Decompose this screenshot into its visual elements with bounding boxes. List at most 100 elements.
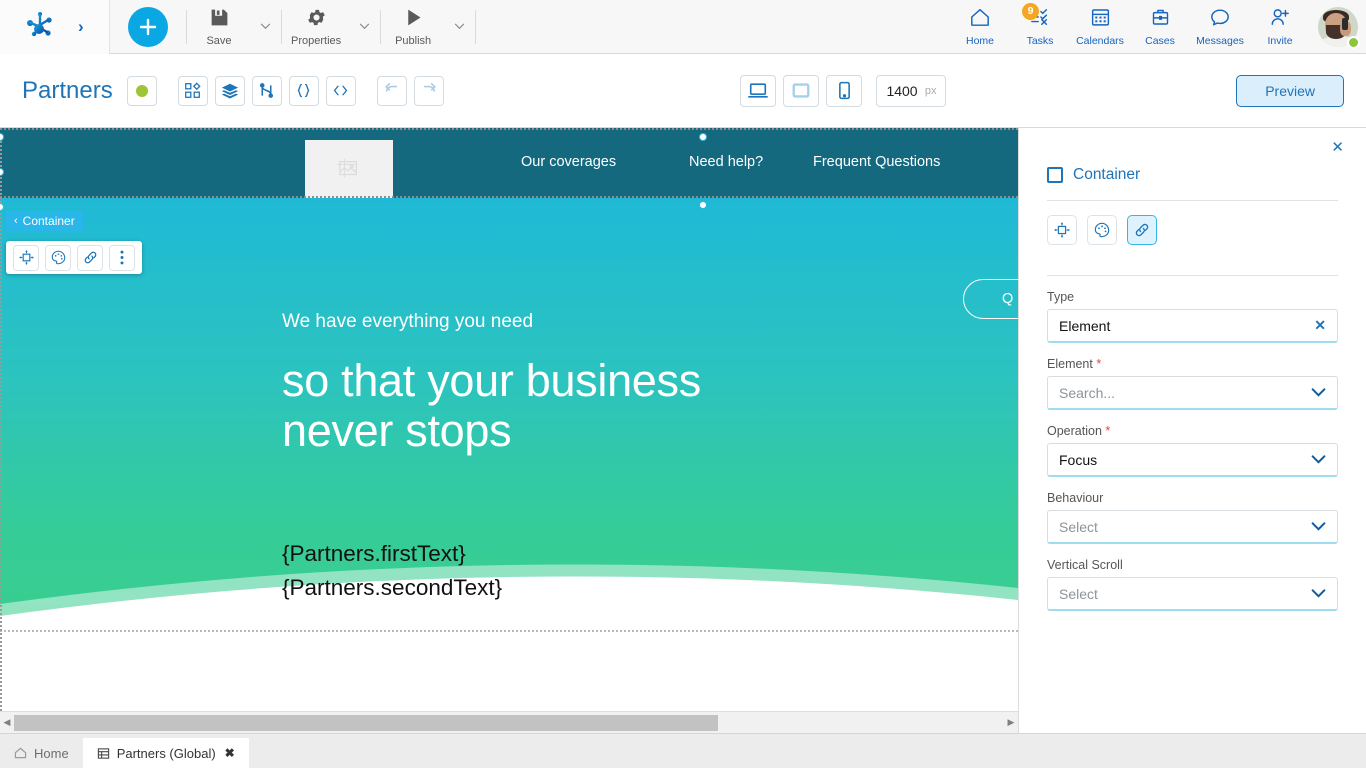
widgets-button[interactable] xyxy=(177,75,208,106)
field-operation-control[interactable]: Focus xyxy=(1047,443,1338,477)
nav-messages[interactable]: Messages xyxy=(1190,0,1250,54)
bottom-tab-bar: Home Partners (Global) ✖ xyxy=(0,733,1366,768)
more-vertical-icon[interactable] xyxy=(109,244,135,271)
hero-title-line-2: never stops xyxy=(282,405,512,456)
field-behaviour-control[interactable]: Select xyxy=(1047,510,1338,544)
image-placeholder[interactable] xyxy=(305,140,393,198)
site-quote-button[interactable]: Q xyxy=(963,279,1018,319)
top-toolbar: › Save Properties Publish Home 9 Tasks C… xyxy=(0,0,1366,54)
nav-cases[interactable]: Cases xyxy=(1130,0,1190,54)
selection-handle-bottom-center[interactable] xyxy=(699,201,707,209)
field-behaviour: Behaviour Select xyxy=(1047,491,1338,544)
properties-dropdown-caret[interactable] xyxy=(349,0,379,54)
braces-button[interactable] xyxy=(288,75,319,106)
panel-title: Container xyxy=(1073,166,1141,183)
palette-icon[interactable] xyxy=(45,244,71,271)
panel-tab-link[interactable] xyxy=(1127,215,1157,245)
site-nav-link-1[interactable]: Our coverages xyxy=(521,154,616,170)
site-nav-link-3[interactable]: Frequent Questions xyxy=(813,154,940,170)
close-icon[interactable]: ✖ xyxy=(225,746,235,760)
site-header[interactable]: Our coverages Need help? Frequent Questi… xyxy=(0,128,1018,198)
template-text-second[interactable]: {Partners.secondText} xyxy=(282,575,502,601)
field-vertical-scroll: Vertical Scroll Select xyxy=(1047,558,1338,611)
add-button[interactable] xyxy=(128,6,168,47)
save-button[interactable]: Save xyxy=(188,0,250,54)
code-button[interactable] xyxy=(325,75,356,106)
undo-button[interactable] xyxy=(376,75,407,106)
chevron-right-icon[interactable]: › xyxy=(78,18,84,35)
nav-calendars-label: Calendars xyxy=(1076,34,1124,47)
template-text-first[interactable]: {Partners.firstText} xyxy=(282,541,466,567)
nav-home[interactable]: Home xyxy=(950,0,1010,54)
save-group: Save xyxy=(188,0,280,54)
save-icon xyxy=(209,7,230,33)
nav-invite[interactable]: Invite xyxy=(1250,0,1310,54)
canvas-width-value: 1400 xyxy=(886,82,918,99)
site-nav-link-2[interactable]: Need help? xyxy=(689,154,763,170)
panel-header: Container xyxy=(1047,166,1338,184)
properties-button[interactable]: Properties xyxy=(283,0,349,54)
close-icon[interactable]: ✕ xyxy=(1331,138,1344,156)
selection-chip-label: Container xyxy=(22,214,75,228)
nav-invite-label: Invite xyxy=(1267,34,1293,47)
publish-button[interactable]: Publish xyxy=(382,0,444,54)
nav-tasks[interactable]: 9 Tasks xyxy=(1010,0,1070,54)
chevron-down-icon[interactable] xyxy=(1311,518,1326,536)
bottom-tab-home[interactable]: Home xyxy=(0,738,83,768)
divider xyxy=(281,9,282,44)
scroll-left-arrow[interactable]: ◀ xyxy=(0,712,14,734)
nav-messages-label: Messages xyxy=(1196,34,1244,47)
device-tablet-button[interactable] xyxy=(783,74,820,107)
chevron-down-icon[interactable] xyxy=(1311,384,1326,402)
panel-tab-layout[interactable] xyxy=(1047,215,1077,245)
flow-button[interactable] xyxy=(251,75,282,106)
bottom-tab-partners[interactable]: Partners (Global) ✖ xyxy=(82,738,249,768)
play-icon xyxy=(403,7,424,33)
page-title: Partners xyxy=(22,76,113,104)
field-type-control[interactable]: Element ✕ xyxy=(1047,309,1338,343)
canvas-width-input[interactable]: 1400 px xyxy=(876,74,947,107)
required-marker: * xyxy=(1101,424,1111,438)
device-mobile-button[interactable] xyxy=(826,74,863,107)
clear-icon[interactable]: ✕ xyxy=(1314,317,1326,334)
site-hero[interactable]: We have everything you need so that your… xyxy=(0,198,1018,630)
scrollbar-thumb[interactable] xyxy=(14,715,718,731)
selection-handle-top-center[interactable] xyxy=(699,133,707,141)
nav-calendars[interactable]: Calendars xyxy=(1070,0,1130,54)
save-dropdown-caret[interactable] xyxy=(250,0,280,54)
move-icon[interactable] xyxy=(13,244,39,271)
selection-breadcrumb-chip[interactable]: ‹ Container xyxy=(6,211,83,231)
container-icon xyxy=(1047,167,1063,183)
link-icon[interactable] xyxy=(77,244,103,271)
calendar-icon xyxy=(1090,7,1111,32)
scroll-right-arrow[interactable]: ▶ xyxy=(1004,712,1018,734)
chevron-left-icon: ‹ xyxy=(14,215,18,227)
field-vertical-scroll-placeholder: Select xyxy=(1059,585,1098,602)
publish-dropdown-caret[interactable] xyxy=(444,0,474,54)
molecule-logo-icon[interactable] xyxy=(25,9,55,44)
save-label: Save xyxy=(206,34,232,47)
device-desktop-button[interactable] xyxy=(740,74,777,107)
field-behaviour-placeholder: Select xyxy=(1059,518,1098,535)
canvas-width-unit: px xyxy=(924,84,937,97)
layers-button[interactable] xyxy=(214,75,245,106)
divider xyxy=(475,9,477,44)
page-status-indicator[interactable] xyxy=(126,75,157,106)
chevron-down-icon[interactable] xyxy=(1311,585,1326,603)
field-vertical-scroll-control[interactable]: Select xyxy=(1047,577,1338,611)
publish-group: Publish xyxy=(382,0,474,54)
field-type: Type Element ✕ xyxy=(1047,290,1338,343)
chevron-down-icon[interactable] xyxy=(1311,451,1326,469)
hero-curve-decoration xyxy=(0,564,1018,630)
properties-panel: ✕ Container Type Element ✕ Element * Sea… xyxy=(1018,128,1366,733)
preview-button[interactable]: Preview xyxy=(1236,74,1344,107)
canvas-area[interactable]: Our coverages Need help? Frequent Questi… xyxy=(0,128,1018,711)
status-dot-icon xyxy=(135,84,148,97)
avatar[interactable] xyxy=(1310,0,1366,54)
field-element-control[interactable]: Search... xyxy=(1047,376,1338,410)
divider xyxy=(186,9,187,44)
canvas-horizontal-scrollbar[interactable]: ◀ ▶ xyxy=(0,711,1018,733)
panel-tab-style[interactable] xyxy=(1087,215,1117,245)
hero-title-line-1: so that your business xyxy=(282,355,701,406)
redo-button[interactable] xyxy=(413,75,444,106)
